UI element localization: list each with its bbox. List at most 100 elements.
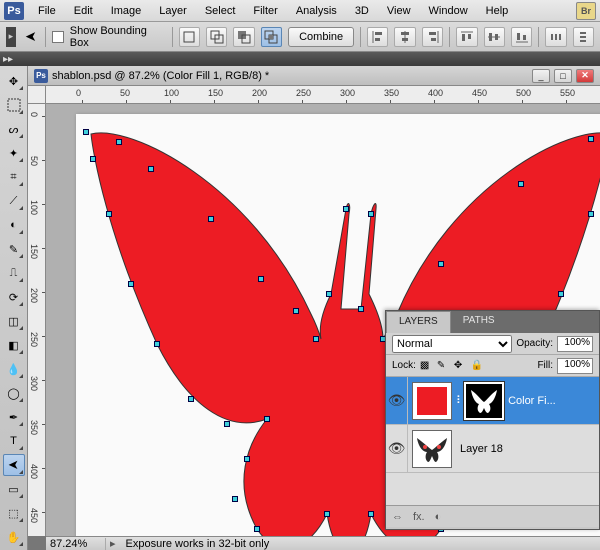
ruler-vertical[interactable]: 050100150200250300350400450	[28, 104, 46, 536]
layers-panel[interactable]: LAYERS PATHS Normal Opacity: 100% Lock: …	[385, 310, 600, 530]
tool-path-select[interactable]: ➤	[3, 454, 25, 476]
menu-3d[interactable]: 3D	[347, 2, 377, 20]
window-maximize-button[interactable]: □	[554, 69, 572, 83]
pathop-intersect-icon[interactable]	[261, 27, 282, 47]
path-anchor[interactable]	[254, 526, 260, 532]
pathop-new-icon[interactable]	[179, 27, 200, 47]
layer-row[interactable]: 👁 ⠇ Color Fi...	[386, 377, 599, 425]
align-bottom-icon[interactable]	[511, 27, 532, 47]
window-minimize-button[interactable]: _	[532, 69, 550, 83]
menu-layer[interactable]: Layer	[151, 2, 195, 20]
tool-lasso[interactable]: ᔕ	[3, 118, 25, 140]
tool-type[interactable]: T	[3, 430, 25, 452]
path-anchor[interactable]	[208, 216, 214, 222]
tool-3d[interactable]: ⬚	[3, 502, 25, 524]
menu-help[interactable]: Help	[478, 2, 517, 20]
tool-eraser[interactable]: ◫	[3, 310, 25, 332]
visibility-toggle-icon[interactable]: 👁	[388, 392, 406, 409]
path-anchor[interactable]	[324, 511, 330, 517]
window-close-button[interactable]: ✕	[576, 69, 594, 83]
path-anchor[interactable]	[116, 139, 122, 145]
path-anchor[interactable]	[293, 308, 299, 314]
layer-thumbnail[interactable]	[412, 430, 452, 468]
menu-view[interactable]: View	[379, 2, 419, 20]
tool-wand[interactable]: ✦	[3, 142, 25, 164]
tool-shape[interactable]: ▭	[3, 478, 25, 500]
link-icon[interactable]: ⠇	[456, 394, 464, 407]
layer-mask-thumbnail[interactable]	[464, 382, 504, 420]
tool-crop[interactable]: ⌗	[3, 166, 25, 188]
tool-brush[interactable]: ✎	[3, 238, 25, 260]
menu-window[interactable]: Window	[421, 2, 476, 20]
layer-name[interactable]: Layer 18	[456, 443, 599, 455]
menu-file[interactable]: File	[30, 2, 64, 20]
lock-transparent-icon[interactable]: ▩	[420, 360, 434, 371]
path-anchor[interactable]	[154, 341, 160, 347]
path-anchor[interactable]	[258, 276, 264, 282]
lock-all-icon[interactable]: 🔒	[471, 360, 485, 371]
tool-history[interactable]: ⟳	[3, 286, 25, 308]
align-right-icon[interactable]	[422, 27, 443, 47]
menu-image[interactable]: Image	[103, 2, 150, 20]
layer-fill-thumbnail[interactable]	[412, 382, 452, 420]
path-anchor[interactable]	[368, 511, 374, 517]
document-header[interactable]: Ps shablon.psd @ 87.2% (Color Fill 1, RG…	[28, 66, 600, 86]
path-anchor[interactable]	[326, 291, 332, 297]
ruler-horizontal[interactable]: 050100150200250300350400450500550	[46, 86, 600, 104]
menu-edit[interactable]: Edit	[66, 2, 101, 20]
layer-row[interactable]: 👁 Layer 18	[386, 425, 599, 473]
path-anchor[interactable]	[518, 181, 524, 187]
path-anchor[interactable]	[188, 396, 194, 402]
layer-mask-icon[interactable]: ◐	[435, 511, 442, 523]
path-anchor[interactable]	[438, 261, 444, 267]
tab-paths[interactable]: PATHS	[451, 311, 507, 333]
status-chevron-icon[interactable]: ▸	[106, 537, 120, 550]
menu-filter[interactable]: Filter	[245, 2, 285, 20]
path-anchor[interactable]	[232, 496, 238, 502]
pathop-add-icon[interactable]	[206, 27, 227, 47]
tool-pen[interactable]: ✒	[3, 406, 25, 428]
tool-move[interactable]: ✥	[3, 70, 25, 92]
tool-hand[interactable]: ✋	[3, 526, 25, 548]
distribute-1-icon[interactable]	[545, 27, 566, 47]
blend-mode-select[interactable]: Normal	[392, 335, 512, 353]
opacity-value[interactable]: 100%	[557, 336, 593, 352]
layer-name[interactable]: Color Fi...	[504, 395, 599, 407]
combine-button[interactable]: Combine	[288, 27, 354, 47]
tool-gradient[interactable]: ◧	[3, 334, 25, 356]
path-anchor[interactable]	[358, 306, 364, 312]
layer-fx-icon[interactable]: fx.	[413, 511, 425, 523]
path-anchor[interactable]	[368, 211, 374, 217]
tool-blur[interactable]: 💧	[3, 358, 25, 380]
path-anchor[interactable]	[224, 421, 230, 427]
align-center-h-icon[interactable]	[394, 27, 415, 47]
zoom-field[interactable]: 87.24%	[46, 538, 106, 550]
link-layers-icon[interactable]: ⇔	[392, 511, 403, 523]
align-center-v-icon[interactable]	[484, 27, 505, 47]
menu-select[interactable]: Select	[197, 2, 244, 20]
tool-stamp[interactable]: ⎍	[3, 262, 25, 284]
distribute-2-icon[interactable]	[573, 27, 594, 47]
expand-options-icon[interactable]: ▸	[6, 27, 16, 47]
path-anchor[interactable]	[588, 136, 594, 142]
menu-analysis[interactable]: Analysis	[288, 2, 345, 20]
path-anchor[interactable]	[313, 336, 319, 342]
align-top-icon[interactable]	[456, 27, 477, 47]
path-anchor[interactable]	[264, 416, 270, 422]
bridge-button[interactable]: Br	[576, 2, 596, 20]
path-anchor[interactable]	[588, 211, 594, 217]
path-anchor[interactable]	[106, 211, 112, 217]
visibility-toggle-icon[interactable]: 👁	[388, 440, 406, 457]
tool-dodge[interactable]: ◯	[3, 382, 25, 404]
path-anchor[interactable]	[83, 129, 89, 135]
current-tool-icon[interactable]: ➤	[22, 28, 39, 46]
ruler-corner[interactable]	[28, 86, 46, 104]
path-anchor[interactable]	[90, 156, 96, 162]
path-anchor[interactable]	[343, 206, 349, 212]
panel-docker-strip[interactable]: ▸▸	[0, 52, 600, 66]
tool-heal[interactable]: ◐	[3, 214, 25, 236]
align-left-icon[interactable]	[367, 27, 388, 47]
path-anchor[interactable]	[148, 166, 154, 172]
path-anchor[interactable]	[558, 291, 564, 297]
tool-marquee[interactable]	[3, 94, 25, 116]
